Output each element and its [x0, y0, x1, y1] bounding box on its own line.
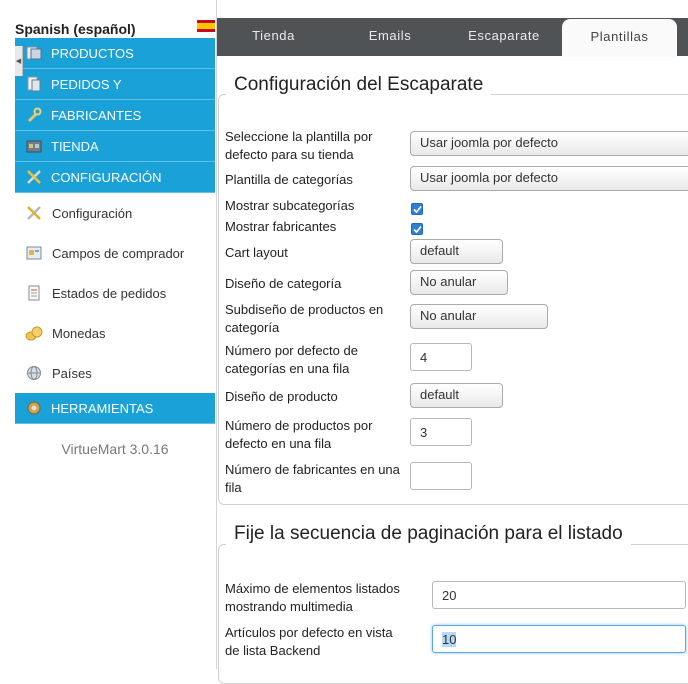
submenu-item-monedas[interactable]: Monedas: [15, 313, 215, 353]
product-sublayout-label: Subdiseño de productos en categoría: [225, 302, 384, 335]
submenu-item-label: Monedas: [52, 325, 106, 341]
submenu-item-label: Estados de pedidos: [52, 285, 167, 301]
tab-plantillas[interactable]: Plantillas: [562, 19, 677, 57]
document-icon: [23, 283, 45, 303]
sidebar-collapse-toggle[interactable]: ◀: [15, 46, 23, 76]
tab-escaparate[interactable]: Escaparate: [449, 18, 559, 56]
submenu-item-label: Campos de comprador: [52, 245, 185, 261]
menu-item-label: HERRAMIENTAS: [51, 400, 154, 416]
menu-item-label: FABRICANTES: [51, 107, 142, 123]
categories-per-row-label: Número por defecto de categorías en una …: [225, 343, 358, 376]
category-template-label: Plantilla de categorías: [225, 172, 353, 187]
submenu-item-paises[interactable]: Países: [15, 353, 215, 393]
tab-tienda[interactable]: Tienda: [217, 18, 330, 56]
menu-item-label: TIENDA: [51, 138, 99, 154]
menu-item-configuracion[interactable]: CONFIGURACIÓN: [15, 162, 215, 193]
store-icon: [23, 137, 45, 155]
template-select[interactable]: Usar joomla por defecto: [410, 131, 688, 156]
language-row: Spanish (español): [15, 20, 215, 38]
main-menu: PRODUCTOS PEDIDOS Y FABRICANTES TIENDA C…: [15, 38, 215, 193]
backend-list-label: Artículos por defecto en vista de lista …: [225, 625, 393, 658]
products-per-row-label: Número de productos por defecto en una f…: [225, 418, 373, 451]
product-layout-select[interactable]: default: [410, 383, 503, 408]
submenu-item-configuracion[interactable]: Configuración: [15, 193, 215, 233]
menu-item-herramientas[interactable]: HERRAMIENTAS: [15, 393, 215, 424]
wrench-icon: [23, 106, 45, 124]
version-label: VirtueMart 3.0.16: [61, 441, 169, 457]
categories-per-row-input[interactable]: [410, 343, 472, 371]
storefront-legend: Configuración del Escaparate: [226, 74, 492, 96]
menu-item-label: CONFIGURACIÓN: [51, 169, 162, 185]
toolbox-icon: [23, 399, 45, 417]
manufacturers-per-row-label: Número de fabricantes en una fila: [225, 462, 400, 495]
sidebar: Spanish (español) ◀ PRODUCTOS PEDIDOS Y …: [0, 0, 216, 669]
configuration-submenu: Configuración Campos de comprador Estado…: [15, 193, 215, 393]
language-label: Spanish (español): [15, 21, 136, 37]
products-per-row-input[interactable]: [410, 418, 472, 446]
max-media-label: Máximo de elementos listados mostrando m…: [225, 581, 400, 614]
category-template-select[interactable]: Usar joomla por defecto: [410, 166, 688, 191]
show-manufacturers-checkbox[interactable]: [411, 223, 423, 235]
category-layout-label: Diseño de categoría: [225, 276, 342, 291]
max-media-input[interactable]: [432, 581, 686, 609]
cart-layout-select[interactable]: default: [410, 239, 503, 264]
tab-bar: Tienda Emails Escaparate Plantillas: [217, 18, 688, 57]
backend-list-input[interactable]: 10: [432, 625, 686, 653]
product-sublayout-select[interactable]: No anular: [410, 304, 548, 329]
coins-icon: [23, 323, 45, 343]
products-icon: [23, 44, 45, 62]
checkmark-icon: [412, 205, 422, 213]
submenu-item-campos-comprador[interactable]: Campos de comprador: [15, 233, 215, 273]
form-icon: [23, 243, 45, 263]
tab-emails[interactable]: Emails: [335, 18, 445, 56]
product-layout-label: Diseño de producto: [225, 389, 338, 404]
menu-item-label: PEDIDOS Y: [51, 76, 122, 92]
submenu-item-estados-pedidos[interactable]: Estados de pedidos: [15, 273, 215, 313]
tools-icon: [23, 168, 45, 186]
menu-item-productos[interactable]: PRODUCTOS: [15, 38, 215, 69]
menu-item-pedidos[interactable]: PEDIDOS Y: [15, 69, 215, 100]
pagination-legend: Fije la secuencia de paginación para el …: [226, 523, 631, 545]
show-subcategories-label: Mostrar subcategorías: [225, 198, 355, 213]
tools-icon: [23, 203, 45, 223]
checkmark-icon: [412, 225, 422, 233]
submenu-item-label: Países: [52, 365, 92, 381]
globe-icon: [23, 363, 45, 383]
show-manufacturers-label: Mostrar fabricantes: [225, 219, 337, 234]
tools-menu: HERRAMIENTAS: [15, 393, 215, 424]
menu-item-label: PRODUCTOS: [51, 45, 134, 61]
menu-item-fabricantes[interactable]: FABRICANTES: [15, 100, 215, 131]
cart-layout-label: Cart layout: [225, 245, 288, 260]
orders-icon: [23, 75, 45, 93]
template-label: Seleccione la plantilla por defecto para…: [225, 129, 373, 162]
show-subcategories-checkbox[interactable]: [411, 203, 423, 215]
menu-item-tienda[interactable]: TIENDA: [15, 131, 215, 162]
sidebar-divider: [216, 0, 217, 669]
selected-text: 10: [442, 632, 457, 647]
category-layout-select[interactable]: No anular: [410, 270, 508, 295]
manufacturers-per-row-input[interactable]: [410, 462, 472, 490]
submenu-item-label: Configuración: [52, 205, 133, 221]
spain-flag-icon: [197, 20, 215, 32]
